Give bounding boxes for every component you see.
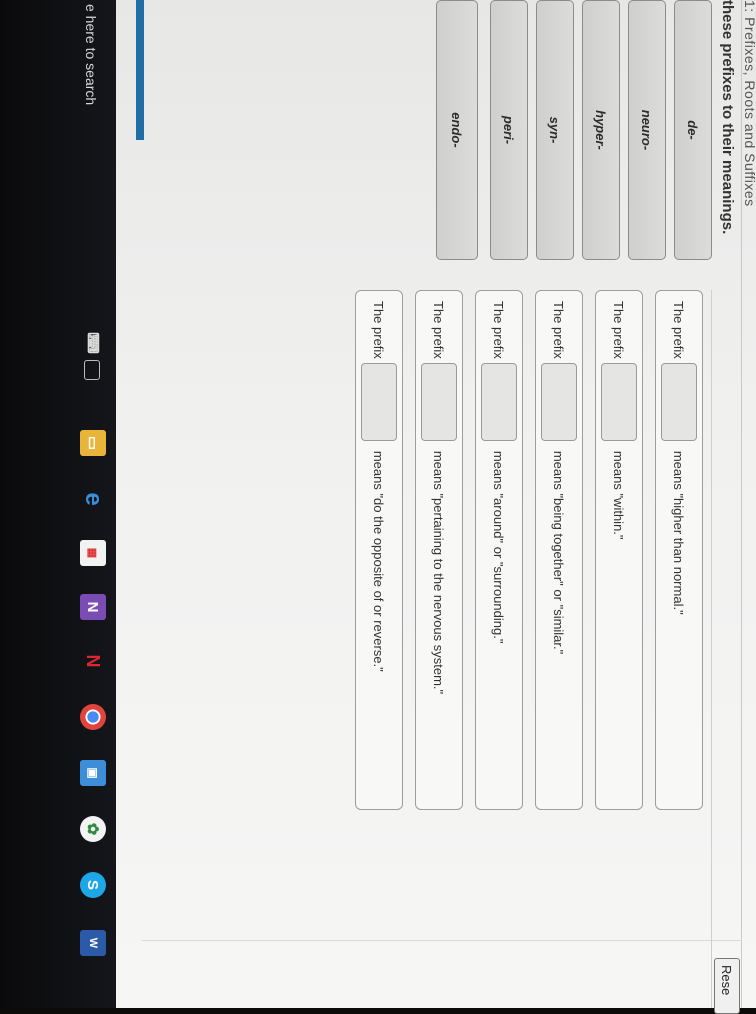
prefix-chip-hyper[interactable]: hyper- bbox=[582, 0, 620, 260]
question-row: The prefix means "being together" or "si… bbox=[535, 290, 583, 810]
task-view-icon[interactable] bbox=[84, 360, 100, 380]
windows-taskbar: e here to search ⌨ ▭ e ▦ N N ▣ ✿ S W bbox=[0, 0, 116, 1008]
question-meaning: means "do the opposite of or reverse." bbox=[371, 450, 387, 672]
taskbar-search[interactable]: e here to search bbox=[74, 0, 108, 154]
prefix-chip-syn[interactable]: syn- bbox=[536, 0, 574, 260]
chrome-icon[interactable] bbox=[80, 704, 106, 730]
question-prefix-text: The prefix bbox=[611, 301, 627, 359]
paint-icon[interactable]: ✿ bbox=[80, 816, 106, 842]
question-prefix-text: The prefix bbox=[431, 301, 447, 359]
question-meaning: means "within." bbox=[611, 450, 627, 540]
file-explorer-icon[interactable]: ▭ bbox=[80, 430, 106, 456]
question-area: The prefix means "higher than normal." T… bbox=[151, 290, 712, 1008]
question-prefix-text: The prefix bbox=[371, 301, 387, 359]
question-meaning: means "being together" or "similar." bbox=[551, 450, 567, 655]
photos-icon[interactable]: ▣ bbox=[80, 760, 106, 786]
question-meaning: means "higher than normal." bbox=[671, 450, 687, 615]
answer-drop-zone[interactable] bbox=[361, 362, 397, 441]
question-row: The prefix means "within." bbox=[595, 290, 643, 810]
page-header: 1: Prefixes, Roots and Suffixes bbox=[742, 0, 756, 207]
answer-drop-zone[interactable] bbox=[661, 362, 697, 441]
question-meaning: means "around" or "surrounding." bbox=[491, 450, 507, 644]
question-row: The prefix means "pertaining to the nerv… bbox=[415, 290, 463, 810]
question-prefix-text: The prefix bbox=[551, 301, 567, 359]
prefix-chip-neuro[interactable]: neuro- bbox=[628, 0, 666, 260]
question-row: The prefix means "around" or "surroundin… bbox=[475, 290, 523, 810]
word-icon[interactable]: W bbox=[80, 930, 106, 956]
question-prefix-text: The prefix bbox=[491, 301, 507, 359]
edge-icon[interactable]: e bbox=[80, 486, 107, 512]
microphone-icon[interactable]: ⌨ bbox=[80, 330, 106, 356]
onenote-icon[interactable]: N bbox=[80, 594, 106, 620]
quiz-screen: 1: Prefixes, Roots and Suffixes these pr… bbox=[116, 0, 756, 1014]
prefix-chip-endo[interactable]: endo- bbox=[436, 0, 478, 260]
answer-drop-zone[interactable] bbox=[541, 362, 577, 441]
question-row: The prefix means "higher than normal." bbox=[655, 290, 703, 810]
answer-drop-zone[interactable] bbox=[601, 362, 637, 441]
header-divider bbox=[741, 0, 742, 1008]
answer-drop-zone[interactable] bbox=[421, 362, 457, 441]
question-prefix-text: The prefix bbox=[671, 301, 687, 359]
skype-icon[interactable]: S bbox=[80, 872, 106, 898]
prefix-chip-de[interactable]: de- bbox=[674, 0, 712, 260]
answer-drop-zone[interactable] bbox=[481, 362, 517, 441]
question-meaning: means "pertaining to the nervous system.… bbox=[431, 450, 447, 695]
question-row: The prefix means "do the opposite of or … bbox=[355, 290, 403, 810]
prefix-bank: de- neuro- hyper- syn- peri- endo- bbox=[382, 0, 712, 262]
netflix-icon[interactable]: N bbox=[80, 648, 106, 674]
prefix-chip-peri[interactable]: peri- bbox=[490, 0, 528, 260]
instruction-text: these prefixes to their meanings. bbox=[719, 0, 736, 235]
bottom-link-bar bbox=[136, 0, 144, 140]
store-icon[interactable]: ▦ bbox=[80, 540, 106, 566]
reset-button[interactable]: Rese bbox=[714, 958, 740, 1014]
